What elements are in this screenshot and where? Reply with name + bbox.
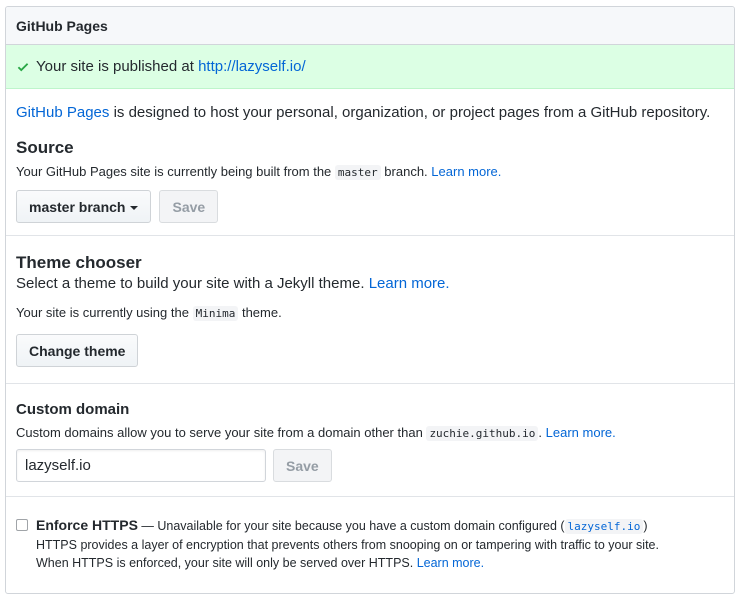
custom-domain-section: Custom domain Custom domains allow you t… — [6, 384, 734, 497]
source-heading: Source — [16, 138, 74, 157]
domain-note-before: Custom domains allow you to serve your s… — [16, 425, 423, 440]
https-title: Enforce HTTPS — [36, 517, 138, 533]
domain-learn-more-link[interactable]: Learn more. — [546, 425, 616, 440]
panel-title: GitHub Pages — [16, 17, 108, 34]
https-domain-code: lazyself.io — [564, 519, 644, 534]
domain-note-after: . — [538, 425, 543, 440]
theme-desc-text: Select a theme to build your site with a… — [16, 275, 365, 292]
theme-current-after: theme. — [241, 305, 282, 320]
source-note: Your GitHub Pages site is currently bein… — [16, 163, 724, 182]
https-line1: Enforce HTTPS — Unavailable for your sit… — [36, 516, 659, 536]
intro-description: is designed to host your personal, organ… — [113, 104, 711, 121]
theme-heading: Theme chooser — [16, 253, 142, 272]
source-save-button[interactable]: Save — [159, 190, 219, 223]
theme-current-note: Your site is currently using the Minima … — [16, 304, 724, 323]
chevron-down-icon — [130, 205, 139, 210]
theme-learn-more-link[interactable]: Learn more. — [369, 275, 450, 292]
custom-domain-input[interactable] — [16, 449, 266, 482]
source-learn-more-link[interactable]: Learn more. — [431, 164, 501, 179]
https-line3: When HTTPS is enforced, your site will o… — [36, 554, 659, 572]
panel-header: GitHub Pages — [6, 7, 734, 45]
site-url-link[interactable]: http://lazyself.io/ — [198, 58, 306, 75]
intro-text: GitHub Pages is designed to host your pe… — [16, 89, 724, 123]
theme-section: Theme chooser Select a theme to build yo… — [6, 236, 734, 384]
change-theme-button[interactable]: Change theme — [16, 334, 139, 367]
theme-description: Select a theme to build your site with a… — [16, 274, 724, 294]
branch-select-button[interactable]: master branch — [16, 190, 152, 223]
branch-code: master — [334, 165, 381, 180]
https-line2: HTTPS provides a layer of encryption tha… — [36, 538, 659, 552]
theme-code: Minima — [192, 306, 239, 321]
https-line3-text: When HTTPS is enforced, your site will o… — [36, 556, 414, 570]
https-text-block: Enforce HTTPS — Unavailable for your sit… — [36, 516, 659, 572]
https-row: Enforce HTTPS — Unavailable for your sit… — [16, 516, 724, 572]
published-flash: Your site is published at http://lazysel… — [6, 45, 734, 89]
flash-text: Your site is published at — [36, 58, 194, 75]
github-pages-panel: GitHub Pages Your site is published at h… — [5, 6, 735, 594]
custom-domain-heading: Custom domain — [16, 401, 130, 418]
domain-save-button[interactable]: Save — [273, 449, 332, 482]
github-pages-link[interactable]: GitHub Pages — [16, 104, 109, 121]
source-note-after: branch. — [384, 164, 428, 179]
source-section: GitHub Pages is designed to host your pe… — [6, 89, 734, 236]
branch-select-label: master branch — [29, 198, 126, 215]
https-learn-more-link[interactable]: Learn more. — [417, 556, 484, 570]
domain-controls: Save — [16, 449, 724, 482]
enforce-https-checkbox[interactable] — [16, 519, 28, 531]
custom-domain-note: Custom domains allow you to serve your s… — [16, 424, 724, 443]
source-controls: master branch Save — [16, 190, 724, 223]
check-icon — [17, 62, 29, 71]
source-note-before: Your GitHub Pages site is currently bein… — [16, 164, 332, 179]
default-domain-code: zuchie.github.io — [426, 426, 539, 441]
https-unavailable-before: — Unavailable for your site because you … — [141, 519, 565, 533]
https-unavailable-after: ) — [643, 519, 648, 533]
theme-current-before: Your site is currently using the — [16, 305, 189, 320]
https-section: Enforce HTTPS — Unavailable for your sit… — [6, 497, 734, 572]
